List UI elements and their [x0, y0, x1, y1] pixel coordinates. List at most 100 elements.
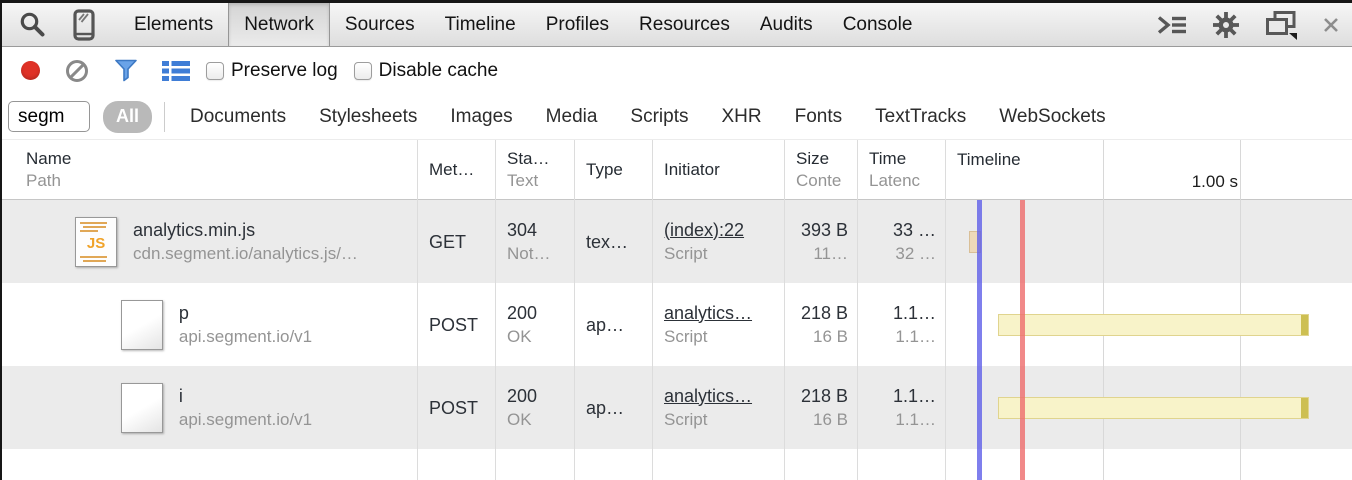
column-header-type[interactable]: Type — [574, 140, 652, 199]
record-button[interactable] — [21, 61, 40, 80]
time-cell: 1.1… 1.1… — [857, 283, 945, 366]
filter-documents[interactable]: Documents — [190, 106, 286, 128]
filter-texttracks[interactable]: TextTracks — [875, 106, 966, 128]
file-icon — [121, 300, 163, 350]
column-divider — [945, 140, 946, 480]
filter-scripts[interactable]: Scripts — [630, 106, 688, 128]
filter-bar: All Documents Stylesheets Images Media S… — [2, 94, 1352, 140]
size-cell: 218 B 16 B — [784, 366, 857, 449]
tab-audits[interactable]: Audits — [745, 3, 828, 46]
resource-rows-view-icon[interactable] — [162, 60, 190, 82]
filter-all-pill[interactable]: All — [103, 101, 152, 133]
timeline-cell — [945, 200, 1352, 283]
initiator-link[interactable]: (index):22 — [664, 218, 784, 242]
timeline-bar[interactable] — [998, 397, 1309, 419]
timeline-tick-label: 1.00 s — [1182, 172, 1238, 192]
time-cell: 1.1… 1.1… — [857, 366, 945, 449]
request-name: analytics.min.js — [133, 218, 358, 242]
tab-console[interactable]: Console — [828, 3, 928, 46]
filter-xhr[interactable]: XHR — [722, 106, 762, 128]
tab-network[interactable]: Network — [228, 3, 330, 46]
filter-input[interactable] — [8, 101, 90, 132]
method-cell: GET — [417, 200, 495, 283]
column-divider — [784, 140, 785, 480]
timeline-cell — [945, 366, 1352, 449]
tab-sources[interactable]: Sources — [330, 3, 430, 46]
filter-fonts[interactable]: Fonts — [795, 106, 843, 128]
filter-funnel-icon[interactable] — [114, 59, 138, 82]
status-cell: 200 OK — [495, 283, 574, 366]
dock-side-icon[interactable] — [1264, 10, 1298, 40]
tab-timeline[interactable]: Timeline — [430, 3, 531, 46]
main-toolbar: Elements Network Sources Timeline Profil… — [2, 3, 1352, 47]
requests-table: Name Path Met… Sta… Text Type Initiator … — [2, 140, 1352, 480]
request-path: cdn.segment.io/analytics.js/… — [133, 242, 358, 266]
disable-cache-control: Disable cache — [354, 60, 498, 82]
filter-images[interactable]: Images — [450, 106, 512, 128]
column-header-time[interactable]: Time Latenc — [857, 140, 945, 199]
column-header-name[interactable]: Name Path — [2, 140, 417, 199]
load-event-line — [1020, 200, 1025, 480]
column-divider — [495, 140, 496, 480]
column-divider — [652, 140, 653, 480]
console-drawer-icon[interactable] — [1156, 13, 1188, 37]
tab-elements[interactable]: Elements — [119, 3, 228, 46]
initiator-cell: (index):22 Script — [652, 200, 784, 283]
type-cell: ap… — [574, 283, 652, 366]
filter-stylesheets[interactable]: Stylesheets — [319, 106, 417, 128]
js-file-icon: JS — [75, 217, 117, 267]
dom-content-loaded-line — [977, 200, 982, 480]
status-cell: 304 Not… — [495, 200, 574, 283]
size-cell: 218 B 16 B — [784, 283, 857, 366]
clear-icon[interactable] — [64, 58, 90, 84]
disable-cache-checkbox[interactable] — [354, 62, 372, 80]
method-cell: POST — [417, 366, 495, 449]
timeline-bar[interactable] — [998, 314, 1309, 336]
initiator-link[interactable]: analytics… — [664, 301, 784, 325]
filter-websockets[interactable]: WebSockets — [999, 106, 1105, 128]
column-divider — [417, 140, 418, 480]
table-header-row: Name Path Met… Sta… Text Type Initiator … — [2, 140, 1352, 200]
preserve-log-control: Preserve log — [206, 60, 338, 82]
column-header-method[interactable]: Met… — [417, 140, 495, 199]
timeline-gridline — [1240, 140, 1241, 480]
tab-resources[interactable]: Resources — [624, 3, 745, 46]
network-toolbar: Preserve log Disable cache — [2, 47, 1352, 94]
preserve-log-label[interactable]: Preserve log — [231, 60, 338, 82]
close-icon[interactable] — [1322, 16, 1340, 34]
timeline-cell — [945, 283, 1352, 366]
request-path: api.segment.io/v1 — [179, 408, 312, 432]
column-header-size[interactable]: Size Conte — [784, 140, 857, 199]
initiator-cell: analytics… Script — [652, 283, 784, 366]
request-name: i — [179, 384, 312, 408]
initiator-cell: analytics… Script — [652, 366, 784, 449]
type-cell: tex… — [574, 200, 652, 283]
request-row-p[interactable]: p api.segment.io/v1 POST 200 OK ap… anal… — [2, 283, 1352, 366]
method-cell: POST — [417, 283, 495, 366]
status-cell: 200 OK — [495, 366, 574, 449]
settings-gear-icon[interactable] — [1212, 11, 1240, 39]
panel-tabs: Elements Network Sources Timeline Profil… — [119, 3, 927, 46]
preserve-log-checkbox[interactable] — [206, 62, 224, 80]
column-header-status[interactable]: Sta… Text — [495, 140, 574, 199]
request-row-i[interactable]: i api.segment.io/v1 POST 200 OK ap… anal… — [2, 366, 1352, 449]
type-cell: ap… — [574, 366, 652, 449]
request-row-analytics[interactable]: JS analytics.min.js cdn.segment.io/analy… — [2, 200, 1352, 283]
device-mode-icon[interactable] — [73, 9, 95, 41]
search-icon[interactable] — [18, 10, 47, 39]
column-divider — [857, 140, 858, 480]
file-icon — [121, 383, 163, 433]
column-header-timeline[interactable]: Timeline — [945, 140, 1352, 199]
disable-cache-label[interactable]: Disable cache — [379, 60, 498, 82]
size-cell: 393 B 11… — [784, 200, 857, 283]
filter-media[interactable]: Media — [546, 106, 598, 128]
column-header-initiator[interactable]: Initiator — [652, 140, 784, 199]
filter-separator — [164, 102, 165, 132]
column-divider — [574, 140, 575, 480]
tab-profiles[interactable]: Profiles — [531, 3, 624, 46]
time-cell: 33 … 32 … — [857, 200, 945, 283]
devtools-window: Elements Network Sources Timeline Profil… — [0, 0, 1352, 480]
request-path: api.segment.io/v1 — [179, 325, 312, 349]
initiator-link[interactable]: analytics… — [664, 384, 784, 408]
request-name: p — [179, 301, 312, 325]
